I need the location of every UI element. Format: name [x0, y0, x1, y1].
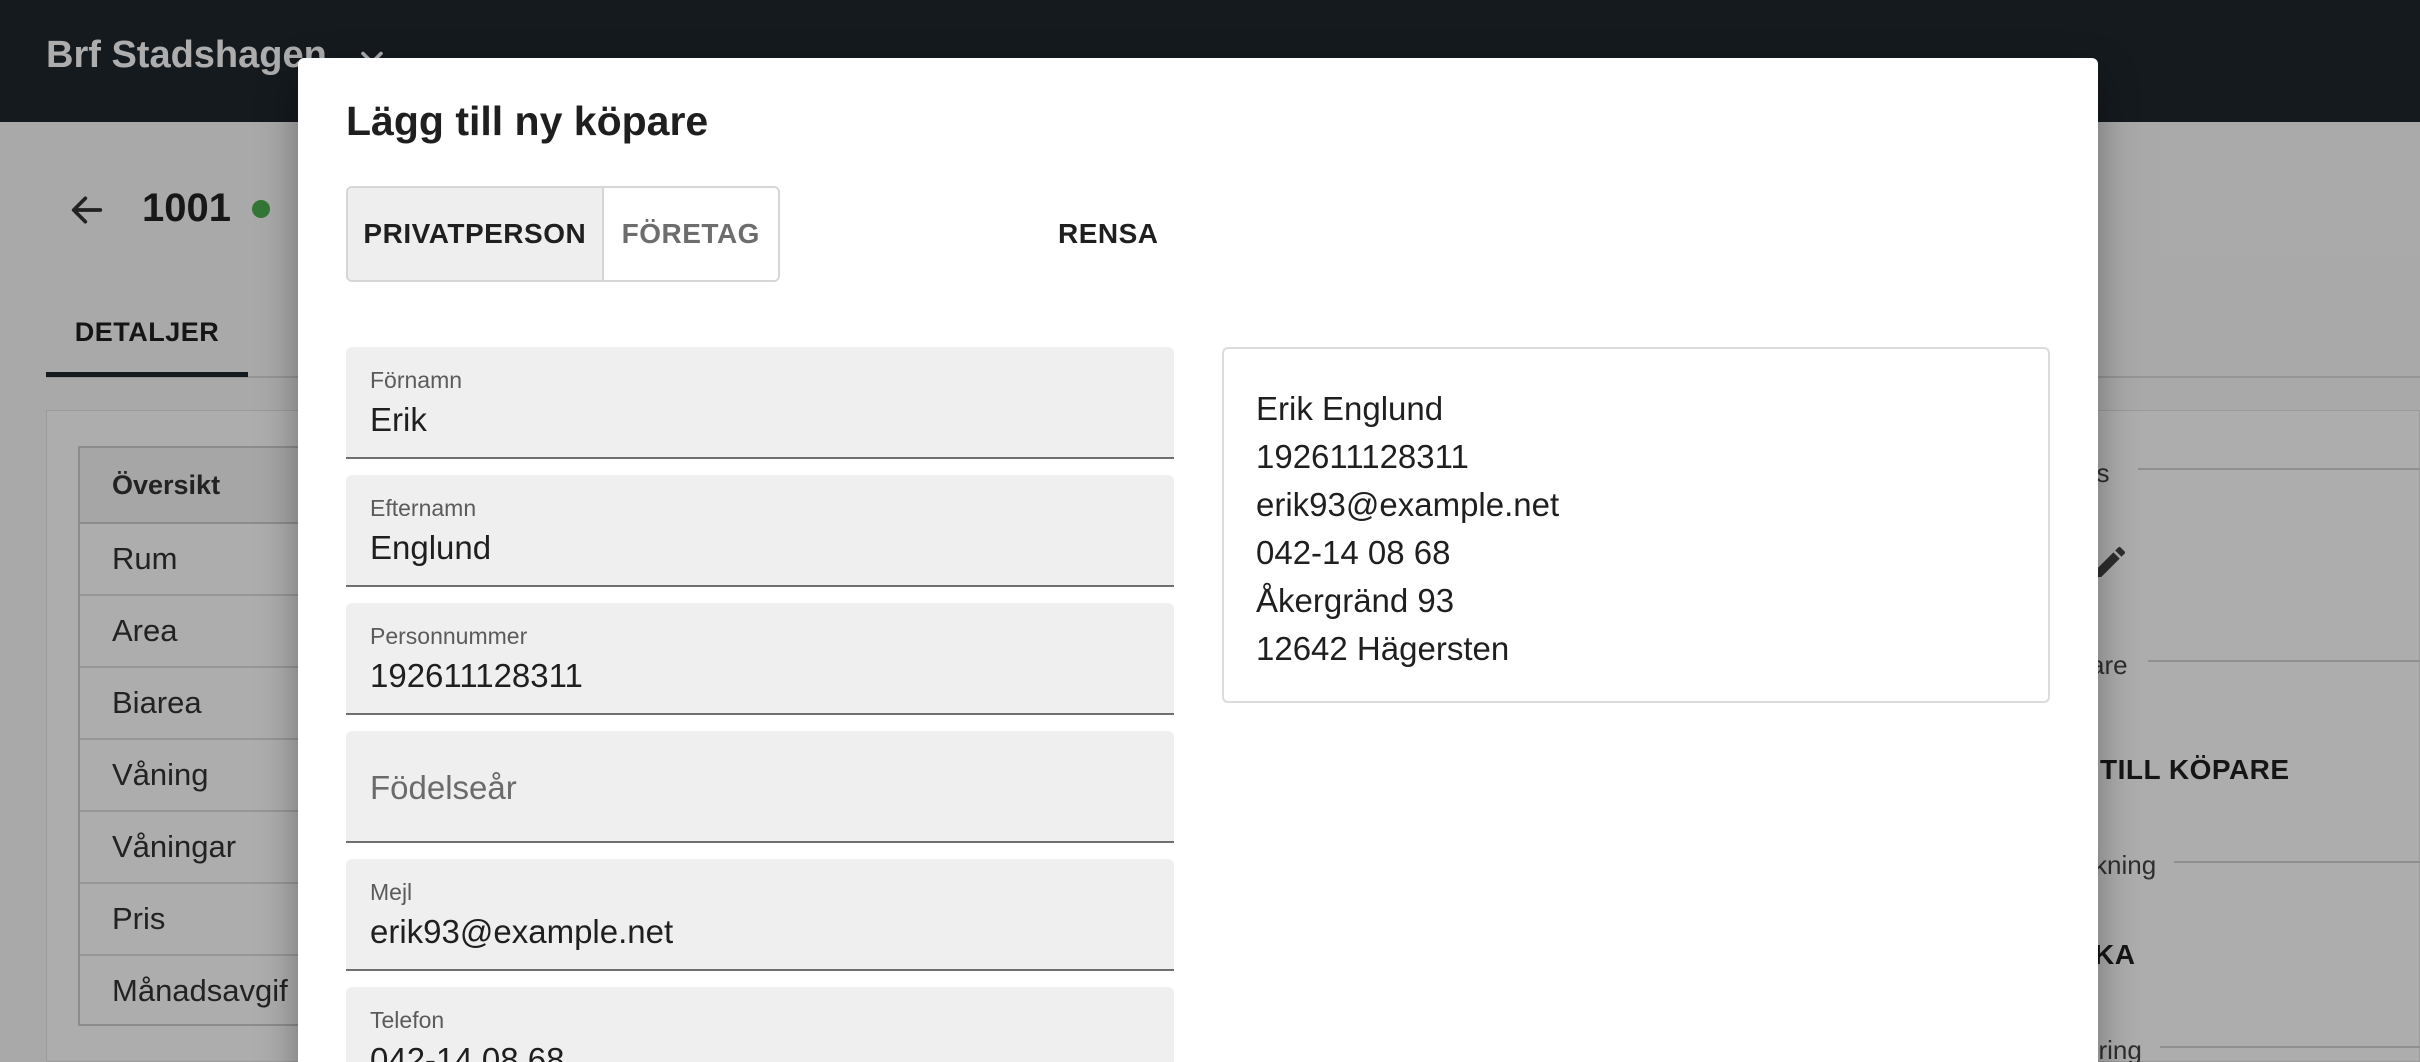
phone-value[interactable]: 042-14 08 68 — [370, 1041, 565, 1062]
last-name-value[interactable]: Englund — [370, 529, 491, 567]
buyer-type-toggle: PRIVATPERSON FÖRETAG — [346, 186, 780, 282]
last-name-label: Efternamn — [370, 495, 477, 521]
birth-year-placeholder: Födelseår — [370, 769, 517, 806]
personal-number-value[interactable]: 192611128311 — [370, 657, 583, 695]
dialog-title: Lägg till ny köpare — [346, 98, 709, 144]
preview-line: 192611128311 — [1256, 438, 1469, 475]
phone-label: Telefon — [370, 1007, 445, 1033]
birth-year-field[interactable]: Födelseår — [346, 731, 1174, 843]
add-buyer-dialog: Lägg till ny köpare PRIVATPERSON FÖRETAG… — [298, 58, 2098, 1062]
email-value[interactable]: erik93@example.net — [370, 913, 673, 951]
toggle-private-person[interactable]: PRIVATPERSON — [348, 188, 604, 280]
first-name-label: Förnamn — [370, 367, 463, 393]
email-label: Mejl — [370, 879, 413, 905]
last-name-field[interactable]: Efternamn Englund — [346, 475, 1174, 587]
phone-field[interactable]: Telefon 042-14 08 68 — [346, 987, 1174, 1062]
personal-number-field[interactable]: Personnummer 192611128311 — [346, 603, 1174, 715]
preview-line: erik93@example.net — [1256, 486, 1560, 523]
email-field[interactable]: Mejl erik93@example.net — [346, 859, 1174, 971]
preview-line: Erik Englund — [1256, 390, 1444, 427]
clear-button[interactable]: RENSA — [1058, 218, 1159, 250]
toggle-company[interactable]: FÖRETAG — [603, 188, 778, 280]
preview-line: 042-14 08 68 — [1256, 534, 1451, 571]
first-name-value[interactable]: Erik — [370, 401, 427, 439]
preview-line: 12642 Hägersten — [1256, 630, 1510, 667]
buyer-preview-card: Erik Englund 192611128311 erik93@example… — [1222, 347, 2050, 703]
personal-number-label: Personnummer — [370, 623, 528, 649]
preview-line: Åkergränd 93 — [1256, 582, 1455, 619]
first-name-field[interactable]: Förnamn Erik — [346, 347, 1174, 459]
